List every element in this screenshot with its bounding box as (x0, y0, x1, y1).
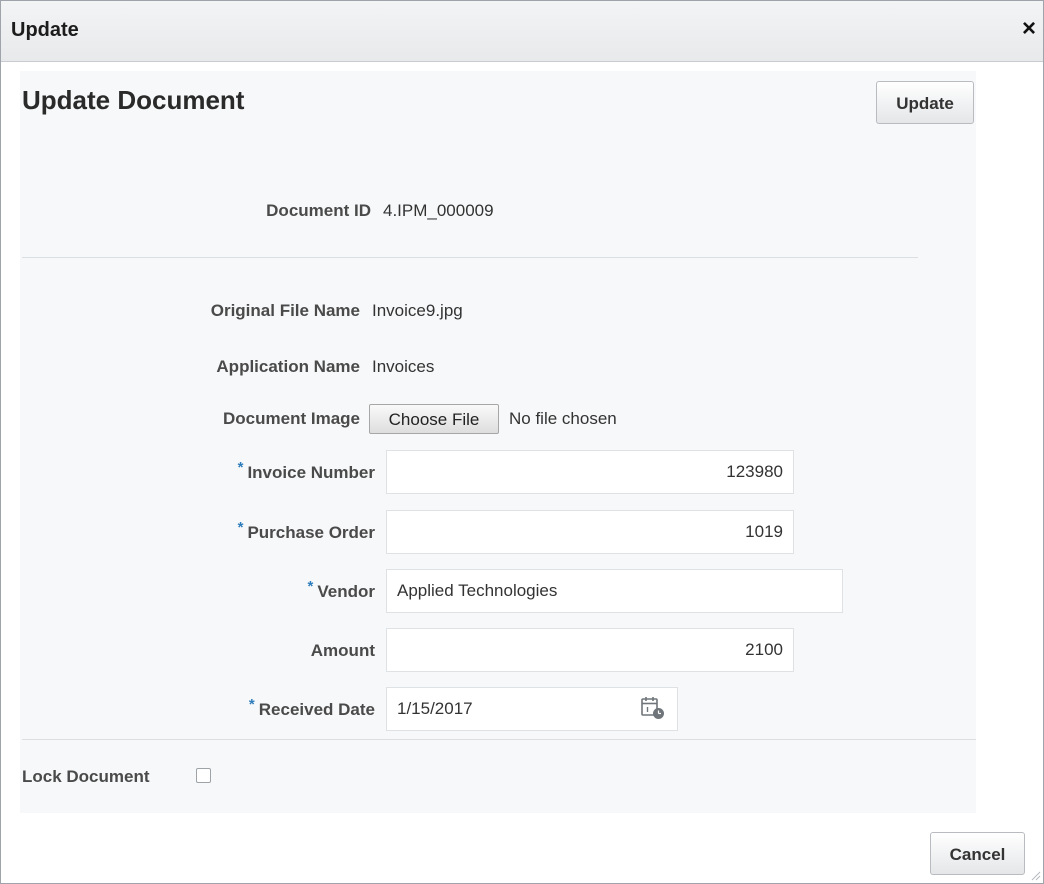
original-file-name-label: Original File Name (210, 301, 360, 320)
required-marker: * (307, 578, 314, 595)
invoice-number-input[interactable] (386, 450, 794, 494)
divider-bottom (22, 739, 976, 740)
document-id-value: 4.IPM_000009 (383, 201, 494, 220)
required-marker: * (237, 519, 244, 536)
application-name-value: Invoices (372, 357, 435, 376)
close-icon[interactable]: × (1017, 15, 1041, 43)
lock-document-label: Lock Document (22, 767, 150, 786)
purchase-order-label: * Purchase Order (238, 519, 375, 543)
resize-grip-icon[interactable] (1029, 869, 1041, 881)
vendor-label-text: Vendor (317, 582, 375, 601)
file-status-text: No file chosen (509, 409, 617, 428)
cancel-button[interactable]: Cancel (930, 832, 1025, 875)
dialog-title: Update (11, 19, 79, 41)
vendor-input[interactable] (386, 569, 843, 613)
original-file-name-value: Invoice9.jpg (372, 301, 463, 320)
received-date-label-text: Received Date (258, 700, 375, 719)
calendar-icon[interactable] (640, 695, 666, 721)
vendor-label: * Vendor (308, 578, 375, 602)
invoice-number-label-text: Invoice Number (247, 463, 375, 482)
document-image-label: Document Image (223, 409, 360, 428)
received-date-label: * Received Date (249, 696, 375, 720)
received-date-input[interactable] (386, 687, 678, 731)
purchase-order-label-text: Purchase Order (247, 523, 375, 542)
lock-document-checkbox[interactable] (196, 768, 211, 783)
document-id-label: Document ID (266, 201, 371, 220)
invoice-number-label: * Invoice Number (238, 459, 375, 483)
dialog-titlebar: Update × (1, 1, 1043, 62)
divider-top (22, 257, 918, 258)
update-button[interactable]: Update (876, 81, 974, 124)
amount-input[interactable] (386, 628, 794, 672)
purchase-order-input[interactable] (386, 510, 794, 554)
update-dialog: Update × Update Document Update Document… (0, 0, 1044, 884)
application-name-label: Application Name (216, 357, 360, 376)
amount-label: Amount (310, 641, 375, 660)
panel-title: Update Document (22, 85, 245, 115)
required-marker: * (248, 696, 255, 713)
choose-file-button[interactable]: Choose File (369, 404, 499, 434)
required-marker: * (237, 459, 244, 476)
update-document-panel: Update Document Update Document ID 4.IPM… (20, 71, 976, 813)
